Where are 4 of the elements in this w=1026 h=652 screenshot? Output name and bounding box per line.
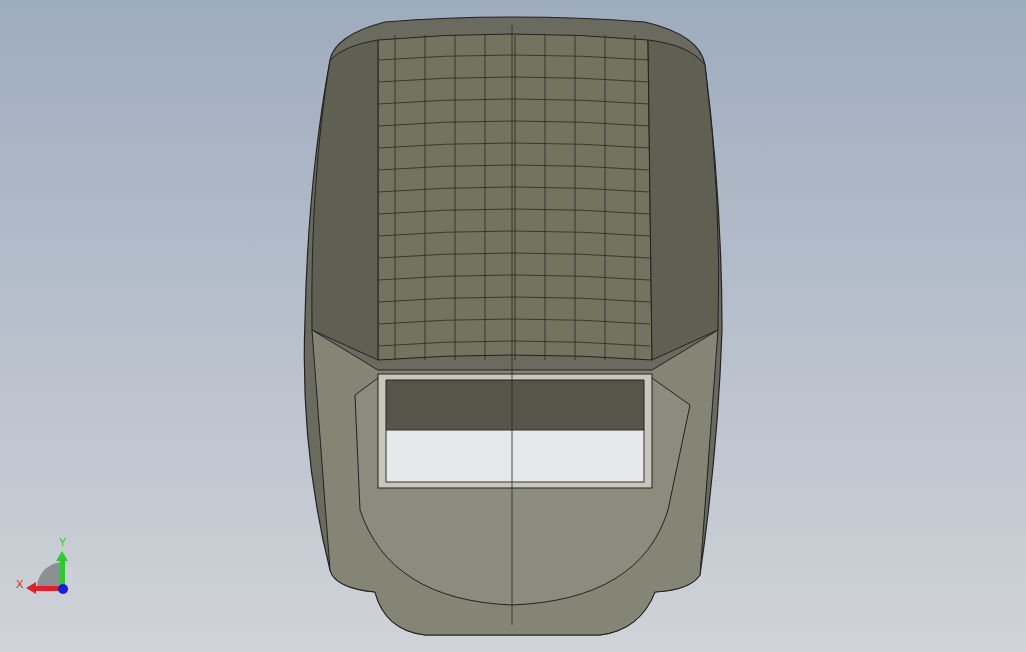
x-axis-label: X bbox=[16, 578, 24, 590]
3d-viewport[interactable]: X Y bbox=[0, 0, 1026, 652]
axis-triad-icon bbox=[26, 551, 68, 594]
y-axis-label: Y bbox=[59, 536, 67, 548]
